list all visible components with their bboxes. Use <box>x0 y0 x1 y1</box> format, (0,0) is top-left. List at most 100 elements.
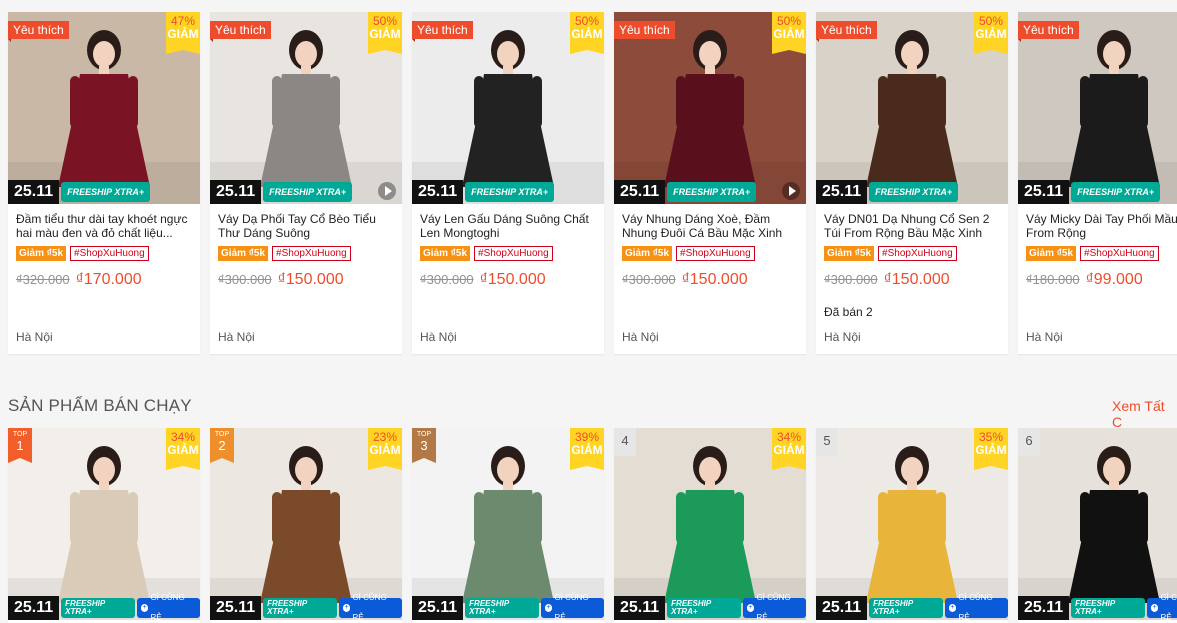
product-card[interactable]: Yêu thích 50% GIẢM 25.11 FREESHIP XTRA+ V… <box>210 12 402 354</box>
top-label: TOP <box>214 431 230 438</box>
promo-banner: 25.11 FREESHIP XTRA+ <box>614 180 806 204</box>
discount-percent: 35% <box>978 430 1004 444</box>
product-card[interactable]: Yêu thích 50% GIẢM 25.11 FREESHIP XTRA+ V… <box>614 12 806 354</box>
product-title[interactable]: Váy DN01 Dạ Nhung Cổ Sen 2 Túi From Rộng… <box>824 212 1000 240</box>
cheap-label: GÌ CŨNG RẺ <box>554 593 589 620</box>
promo-banner: 25.11 FREESHIP XTRA+ +GÌ CŨNG RẺ <box>614 593 806 620</box>
discount-badge: 39% GIẢM <box>570 428 604 470</box>
freeship-badge: FREESHIP XTRA+ <box>1071 182 1161 202</box>
cheap-badge: +GÌ CŨNG RẺ <box>742 593 806 620</box>
bestseller-card[interactable]: 4 34% GIẢM 25.11 FREESHIP XTRA+ + GÌ CŨNG … <box>614 428 806 623</box>
play-icon[interactable] <box>782 182 800 200</box>
product-title[interactable]: Váy Micky Dài Tay Phối Mầu From Rộng <box>1026 212 1177 240</box>
bestseller-card[interactable]: 5 35% GIẢM 25.11 FREESHIP XTRA+ + GÌ CŨNG … <box>816 428 1008 623</box>
favorite-tag: Yêu thích <box>412 21 473 42</box>
cheap-label: GÌ CŨNG RẺ <box>756 593 791 620</box>
plus-icon: + <box>342 604 351 612</box>
product-image[interactable]: Yêu thích 47% GIẢM 25.11 FREESHIP XTRA+ <box>8 12 200 204</box>
freeship-badge: FREESHIP XTRA+ <box>869 598 943 618</box>
discount-percent: 47% <box>170 14 196 28</box>
location: Hà Nội <box>622 330 659 344</box>
promo-banner: 25.11 FREESHIP XTRA+ <box>1018 180 1177 204</box>
discount-percent: 50% <box>574 14 600 28</box>
discount-label: GIẢM <box>975 27 1007 41</box>
product-card[interactable]: Yêu thích 25.11 FREESHIP XTRA+ Váy Micky… <box>1018 12 1177 354</box>
cheap-badge: +GÌ CŨNG RẺ <box>136 593 200 620</box>
product-card[interactable]: Yêu thích 50% GIẢM 25.11 FREESHIP XTRA+ V… <box>816 12 1008 354</box>
freeship-badge: FREESHIP XTRA+ <box>263 182 353 202</box>
discount-label: GIẢM <box>369 443 401 457</box>
bestseller-card[interactable]: TOP 1 34% GIẢM 25.11 FREESHIP XTRA+ + GÌ CŨ… <box>8 428 200 623</box>
hashtag-badge: #ShopXuHuong <box>1080 246 1159 261</box>
promo-banner: 25.11 FREESHIP XTRA+ <box>8 180 200 204</box>
freeship-badge: FREESHIP XTRA+ <box>61 182 151 202</box>
promo-banner: 25.11 FREESHIP XTRA+ <box>816 180 1008 204</box>
discount-badge: 34% GIẢM <box>166 428 200 470</box>
product-card[interactable]: Yêu thích 50% GIẢM 25.11 FREESHIP XTRA+ V… <box>412 12 604 354</box>
hashtag-badge: #ShopXuHuong <box>474 246 553 261</box>
freeship-badge: FREESHIP XTRA+ <box>263 598 337 618</box>
product-card[interactable]: Yêu thích 47% GIẢM 25.11 FREESHIP XTRA+ Đ… <box>8 12 200 354</box>
product-photo <box>1018 428 1177 620</box>
sale-price: ₫150.000 <box>681 271 748 288</box>
see-all-link[interactable]: Xem Tất C <box>1112 398 1177 430</box>
original-price: ₫180.000 <box>1026 272 1080 287</box>
rank-number: 1 <box>16 438 24 453</box>
bestseller-card[interactable]: 6 25.11 FREESHIP XTRA+ +GÌ CŨNG RẺ <box>1018 428 1177 623</box>
product-image[interactable]: Yêu thích 50% GIẢM 25.11 FREESHIP XTRA+ <box>614 12 806 204</box>
product-image[interactable]: TOP 2 23% GIẢM 25.11 FREESHIP XTRA+ + GÌ CŨ… <box>210 428 402 620</box>
freeship-badge: FREESHIP XTRA+ <box>869 182 959 202</box>
product-image[interactable]: Yêu thích 25.11 FREESHIP XTRA+ <box>1018 12 1177 204</box>
location: Hà Nội <box>420 330 457 344</box>
coupon-badge: Giảm ₫5k <box>218 246 269 261</box>
location: Hà Nội <box>218 330 255 344</box>
bestseller-card[interactable]: TOP 2 23% GIẢM 25.11 FREESHIP XTRA+ + GÌ CŨ… <box>210 428 402 623</box>
freeship-badge: FREESHIP XTRA+ <box>667 182 757 202</box>
favorite-tag: Yêu thích <box>816 21 877 42</box>
product-title[interactable]: Váy Len Gấu Dáng Suông Chất Len Mongtogh… <box>420 212 596 240</box>
rank-badge: 6 <box>1018 428 1040 456</box>
sale-date: 25.11 <box>8 596 60 620</box>
rank-badge: 5 <box>816 428 838 456</box>
product-image[interactable]: 6 25.11 FREESHIP XTRA+ +GÌ CŨNG RẺ <box>1018 428 1177 620</box>
discount-badge: 50% GIẢM <box>570 12 604 54</box>
product-image[interactable]: Yêu thích 50% GIẢM 25.11 FREESHIP XTRA+ <box>412 12 604 204</box>
hashtag-badge: #ShopXuHuong <box>676 246 755 261</box>
product-image[interactable]: 5 35% GIẢM 25.11 FREESHIP XTRA+ + GÌ CŨNG … <box>816 428 1008 620</box>
product-image[interactable]: Yêu thích 50% GIẢM 25.11 FREESHIP XTRA+ <box>816 12 1008 204</box>
product-image[interactable]: TOP 1 34% GIẢM 25.11 FREESHIP XTRA+ + GÌ CŨ… <box>8 428 200 620</box>
product-image[interactable]: TOP 3 39% GIẢM 25.11 FREESHIP XTRA+ + GÌ CŨ… <box>412 428 604 620</box>
location: Hà Nội <box>824 330 861 344</box>
original-price: ₫320.000 <box>16 272 70 287</box>
product-title[interactable]: Váy Dạ Phối Tay Cổ Bèo Tiểu Thư Dáng Suô… <box>218 212 394 240</box>
original-price: ₫300.000 <box>824 272 878 287</box>
coupon-badge: Giảm ₫5k <box>1026 246 1077 261</box>
freeship-badge: FREESHIP XTRA+ <box>667 598 741 618</box>
promo-banner: 25.11 FREESHIP XTRA+ +GÌ CŨNG RẺ <box>8 593 200 620</box>
product-title[interactable]: Váy Nhung Dáng Xoè, Đầm Nhung Đuôi Cá Bầ… <box>622 212 798 240</box>
location: Hà Nội <box>16 330 53 344</box>
product-image[interactable]: 4 34% GIẢM 25.11 FREESHIP XTRA+ + GÌ CŨNG … <box>614 428 806 620</box>
original-price: ₫300.000 <box>420 272 474 287</box>
product-image[interactable]: Yêu thích 50% GIẢM 25.11 FREESHIP XTRA+ <box>210 12 402 204</box>
play-icon[interactable] <box>378 182 396 200</box>
plus-icon: + <box>948 604 957 612</box>
discount-percent: 50% <box>776 14 802 28</box>
cheap-badge: +GÌ CŨNG RẺ <box>944 593 1008 620</box>
discount-badge: 34% GIẢM <box>772 428 806 470</box>
sale-date: 25.11 <box>412 596 464 620</box>
coupon-badge: Giảm ₫5k <box>420 246 471 261</box>
sale-date: 25.11 <box>210 596 262 620</box>
hashtag-badge: #ShopXuHuong <box>70 246 149 261</box>
cheap-label: GÌ CŨNG RẺ <box>150 593 185 620</box>
discount-label: GIẢM <box>773 443 805 457</box>
plus-icon: + <box>1150 604 1159 612</box>
discount-badge: 50% GIẢM <box>974 12 1008 54</box>
top-label: TOP <box>12 431 28 438</box>
sale-date: 25.11 <box>412 180 464 204</box>
promo-banner: 25.11 FREESHIP XTRA+ +GÌ CŨNG RẺ <box>816 593 1008 620</box>
sale-price: ₫150.000 <box>277 271 344 288</box>
product-title[interactable]: Đầm tiểu thư dài tay khoét ngực hai màu … <box>16 212 192 240</box>
rank-number: 3 <box>420 438 428 453</box>
bestseller-card[interactable]: TOP 3 39% GIẢM 25.11 FREESHIP XTRA+ + GÌ CŨ… <box>412 428 604 623</box>
